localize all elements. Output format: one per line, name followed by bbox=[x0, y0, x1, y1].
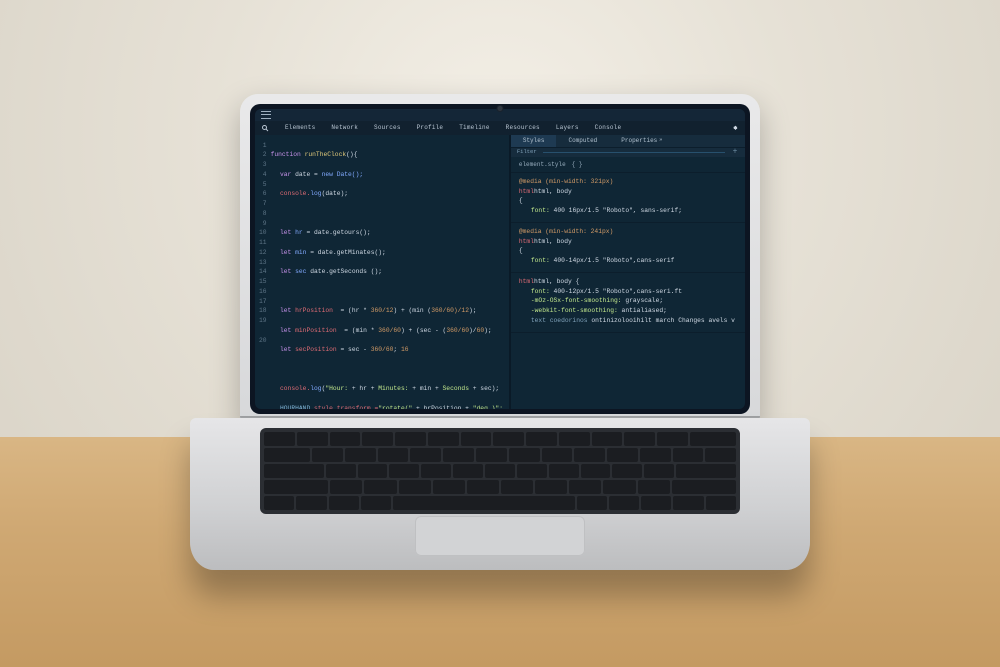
styles-panel: Styles Computed Properties» Filter ＋ ele… bbox=[511, 135, 745, 409]
devtools-tabbar: Elements Network Sources Profile Timelin… bbox=[255, 121, 745, 135]
devtools-window: Elements Network Sources Profile Timelin… bbox=[255, 109, 745, 409]
subtab-styles[interactable]: Styles bbox=[511, 135, 557, 147]
filter-input[interactable] bbox=[543, 152, 725, 153]
add-rule-icon[interactable]: ＋ bbox=[731, 148, 739, 156]
tab-timeline[interactable]: Timeline bbox=[459, 123, 489, 132]
keyboard bbox=[260, 428, 740, 514]
tab-profile[interactable]: Profile bbox=[417, 123, 444, 132]
subtab-properties[interactable]: Properties» bbox=[609, 135, 674, 147]
filter-label: Filter bbox=[517, 148, 537, 157]
tab-resources[interactable]: Resources bbox=[506, 123, 540, 132]
tab-layers[interactable]: Layers bbox=[556, 123, 579, 132]
chevron-right-icon: » bbox=[659, 137, 662, 145]
tab-sources[interactable]: Sources bbox=[374, 123, 401, 132]
css-rule[interactable]: htmlhtml, body { font: 400-12px/1.5 "Rob… bbox=[511, 273, 745, 333]
tab-network[interactable]: Network bbox=[331, 123, 358, 132]
webcam bbox=[498, 106, 503, 111]
laptop-base bbox=[190, 418, 810, 570]
tab-elements[interactable]: Elements bbox=[285, 123, 315, 132]
gear-icon[interactable] bbox=[731, 124, 739, 132]
code-editor[interactable]: 1234567891011121314151617181920 function… bbox=[255, 135, 509, 409]
laptop: Elements Network Sources Profile Timelin… bbox=[190, 94, 810, 584]
line-number-gutter: 1234567891011121314151617181920 bbox=[259, 141, 271, 403]
hamburger-icon[interactable] bbox=[261, 111, 271, 119]
trackpad bbox=[415, 516, 585, 556]
element-style-row[interactable]: element.style{ } bbox=[511, 157, 745, 173]
subtab-computed[interactable]: Computed bbox=[556, 135, 609, 147]
laptop-lid: Elements Network Sources Profile Timelin… bbox=[240, 94, 760, 424]
styles-filter-bar: Filter ＋ bbox=[511, 147, 745, 157]
css-rule[interactable]: @media (min-width: 241px) htmlhtml, body… bbox=[511, 223, 745, 273]
source-code: function runTheClock(){ var date = new D… bbox=[271, 141, 515, 403]
panes: 1234567891011121314151617181920 function… bbox=[255, 135, 745, 409]
css-rule[interactable]: @media (min-width: 321px) htmlhtml, body… bbox=[511, 173, 745, 223]
search-icon[interactable] bbox=[261, 124, 269, 132]
tab-console[interactable]: Console bbox=[595, 123, 622, 132]
screen-bezel: Elements Network Sources Profile Timelin… bbox=[250, 104, 750, 414]
styles-subtabs: Styles Computed Properties» bbox=[511, 135, 745, 147]
